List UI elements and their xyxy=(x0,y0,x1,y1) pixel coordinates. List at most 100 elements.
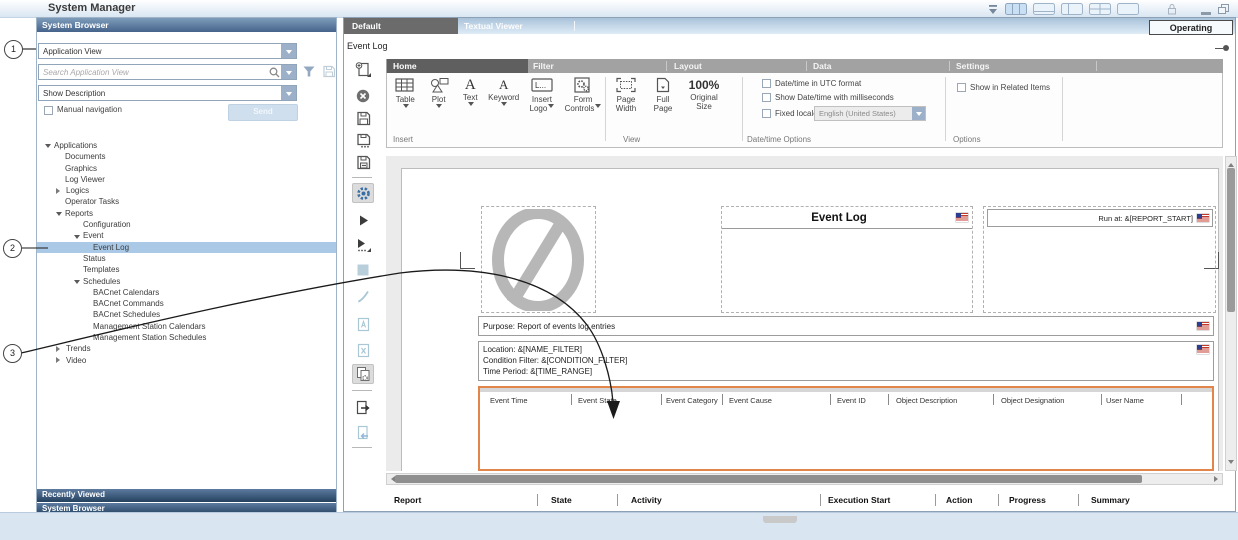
save-icon[interactable] xyxy=(352,108,374,128)
save-copy-icon[interactable] xyxy=(352,152,374,172)
export-excel-icon[interactable] xyxy=(352,340,374,360)
save-filter-icon[interactable] xyxy=(322,65,336,83)
new-report-icon[interactable] xyxy=(352,59,374,79)
splitter-handle[interactable] xyxy=(763,516,797,523)
description-selector-combo[interactable]: Show Description xyxy=(38,85,297,101)
edit-pen-icon[interactable] xyxy=(352,286,374,306)
scroll-left-icon[interactable] xyxy=(388,476,395,482)
report-list-column[interactable]: Action xyxy=(946,495,972,505)
chevron-down-icon[interactable] xyxy=(281,44,296,58)
copy-settings-icon[interactable] xyxy=(352,364,374,384)
ribbon-tab-filter[interactable]: Filter xyxy=(533,61,554,71)
tree-item-bacnet-commands[interactable]: BACnet Commands xyxy=(37,298,336,309)
event-table[interactable]: Event Time Event State Event Category Ev… xyxy=(478,386,1214,471)
column-header[interactable]: Event Category xyxy=(666,396,718,405)
vertical-scrollbar[interactable] xyxy=(1225,156,1237,471)
tree-item-graphics[interactable]: Graphics xyxy=(37,163,336,174)
send-button[interactable]: Send xyxy=(228,104,298,121)
column-header[interactable]: Event State xyxy=(578,396,617,405)
tree-item-schedules[interactable]: Schedules xyxy=(37,276,336,287)
tree-item-log-viewer[interactable]: Log Viewer xyxy=(37,174,336,185)
pin-icon[interactable] xyxy=(1215,45,1229,51)
expander-down-icon[interactable] xyxy=(45,144,51,151)
tree-item-trends[interactable]: Trends xyxy=(37,343,336,354)
column-header[interactable]: User Name xyxy=(1106,396,1144,405)
ribbon-tab-settings[interactable]: Settings xyxy=(956,61,990,71)
report-design-canvas[interactable]: Event Log Run at: &[REPORT_START] Purpos… xyxy=(386,156,1223,471)
view-selector-combo[interactable]: Application View xyxy=(38,43,297,59)
chevron-down-icon[interactable] xyxy=(281,86,296,100)
horizontal-scrollbar-thumb[interactable] xyxy=(395,475,1142,483)
purpose-box[interactable]: Purpose: Report of events log entries xyxy=(478,316,1214,336)
settings-gear-icon[interactable] xyxy=(352,183,374,203)
form-controls-button[interactable]: Form Controls xyxy=(561,73,605,113)
manual-navigation-checkbox[interactable] xyxy=(44,106,53,115)
search-input[interactable] xyxy=(39,67,268,78)
tree-item-video[interactable]: Video xyxy=(37,355,336,366)
related-items-checkbox[interactable] xyxy=(957,83,966,92)
vertical-scrollbar-thumb[interactable] xyxy=(1227,168,1235,312)
expander-down-icon[interactable] xyxy=(56,212,62,219)
tab-default[interactable]: Default xyxy=(344,18,458,34)
cancel-icon[interactable] xyxy=(352,86,374,106)
recently-viewed-bar[interactable]: Recently Viewed xyxy=(37,489,336,502)
column-header[interactable]: Event Time xyxy=(490,396,528,405)
tree-item-status[interactable]: Status xyxy=(37,253,336,264)
report-list-column[interactable]: Activity xyxy=(631,495,662,505)
minimize-icon[interactable] xyxy=(1201,12,1211,15)
tree-item-bacnet-schedules[interactable]: BACnet Schedules xyxy=(37,309,336,320)
report-list-column[interactable]: State xyxy=(551,495,572,505)
column-header[interactable]: Object Designation xyxy=(1001,396,1064,405)
tree-item-reports[interactable]: Reports xyxy=(37,208,336,219)
tree-item-management-station-schedules[interactable]: Management Station Schedules xyxy=(37,332,336,343)
run-at-box[interactable]: Run at: &[REPORT_START] xyxy=(987,209,1213,227)
tree-item-management-station-calendars[interactable]: Management Station Calendars xyxy=(37,321,336,332)
tree-item-applications[interactable]: Applications xyxy=(37,140,336,151)
expander-down-icon[interactable] xyxy=(74,280,80,287)
utc-format-checkbox[interactable] xyxy=(762,79,771,88)
search-icon[interactable] xyxy=(268,66,281,79)
report-title-box[interactable]: Event Log xyxy=(721,206,973,313)
insert-plot-button[interactable]: Plot xyxy=(422,73,456,113)
operating-button[interactable]: Operating xyxy=(1149,20,1233,35)
report-list-column[interactable]: Summary xyxy=(1091,495,1130,505)
export-file-icon[interactable] xyxy=(352,397,374,417)
run-options-icon[interactable] xyxy=(352,235,374,255)
filter-summary-box[interactable]: Location: &[NAME_FILTER] Condition Filte… xyxy=(478,341,1214,381)
tree-item-operator-tasks[interactable]: Operator Tasks xyxy=(37,196,336,207)
full-page-button[interactable]: Full Page xyxy=(645,73,681,113)
stop-icon[interactable] xyxy=(352,260,374,280)
tree-item-logics[interactable]: Logics xyxy=(37,185,336,196)
milliseconds-checkbox[interactable] xyxy=(762,93,771,102)
expander-right-icon[interactable] xyxy=(56,346,63,352)
search-combo[interactable] xyxy=(38,64,297,80)
horizontal-scrollbar[interactable] xyxy=(386,473,1223,485)
expander-down-icon[interactable] xyxy=(74,235,80,242)
scroll-down-icon[interactable] xyxy=(1228,460,1234,467)
tab-textual-viewer[interactable]: Textual Viewer xyxy=(464,21,523,31)
run-at-outer-box[interactable]: Run at: &[REPORT_START] xyxy=(983,206,1216,313)
tree-item-event-log-selected[interactable]: Event Log xyxy=(37,242,336,253)
ribbon-tab-home[interactable]: Home xyxy=(387,59,528,73)
chevron-down-icon[interactable] xyxy=(281,65,296,79)
logo-placeholder-box[interactable] xyxy=(481,206,596,313)
fixed-locale-checkbox[interactable] xyxy=(762,109,771,118)
expander-right-icon[interactable] xyxy=(56,357,63,363)
original-size-button[interactable]: 100% Original Size xyxy=(681,73,727,113)
export-pdf-icon[interactable] xyxy=(352,314,374,334)
report-list-column[interactable]: Execution Start xyxy=(828,495,890,505)
save-as-icon[interactable] xyxy=(352,130,374,150)
ribbon-tab-data[interactable]: Data xyxy=(813,61,831,71)
tree-item-event[interactable]: Event xyxy=(37,230,336,241)
locale-dropdown[interactable]: English (United States) xyxy=(814,106,926,121)
expander-right-icon[interactable] xyxy=(56,188,63,194)
tree-item-documents[interactable]: Documents xyxy=(37,151,336,162)
insert-keyword-button[interactable]: A Keyword xyxy=(485,73,523,113)
run-icon[interactable] xyxy=(352,210,374,230)
scroll-right-icon[interactable] xyxy=(1214,476,1221,482)
report-list-column[interactable]: Report xyxy=(394,495,421,505)
column-header[interactable]: Event ID xyxy=(837,396,866,405)
insert-logo-button[interactable]: L... Insert Logo xyxy=(523,73,561,113)
import-file-icon[interactable] xyxy=(352,422,374,442)
tree-item-configuration[interactable]: Configuration xyxy=(37,219,336,230)
